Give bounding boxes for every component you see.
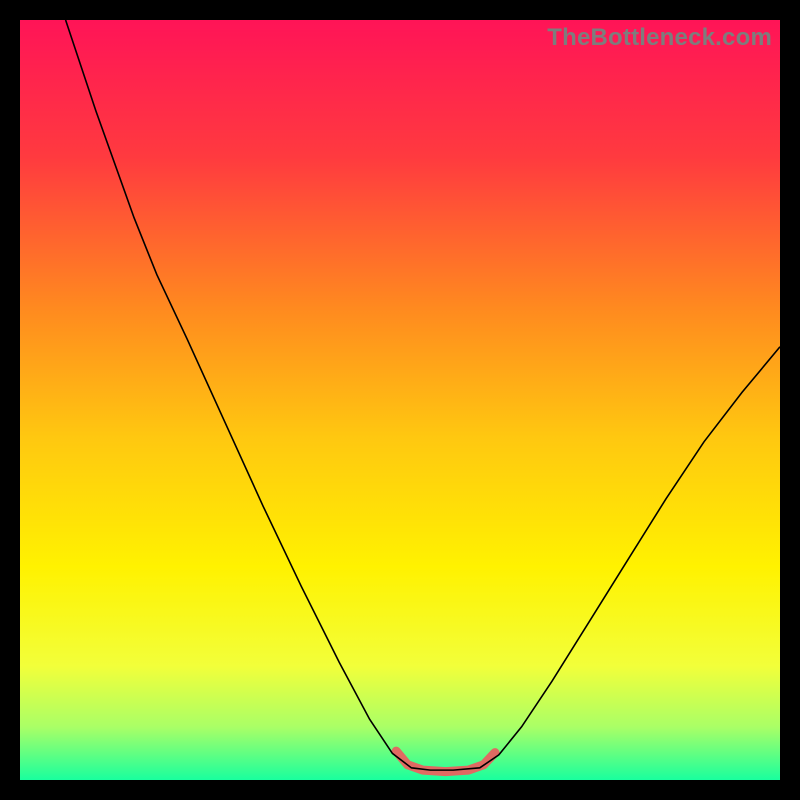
chart-frame: TheBottleneck.com	[20, 20, 780, 780]
watermark-text: TheBottleneck.com	[547, 24, 772, 52]
plot-svg	[20, 20, 780, 780]
gradient-background	[20, 20, 780, 780]
